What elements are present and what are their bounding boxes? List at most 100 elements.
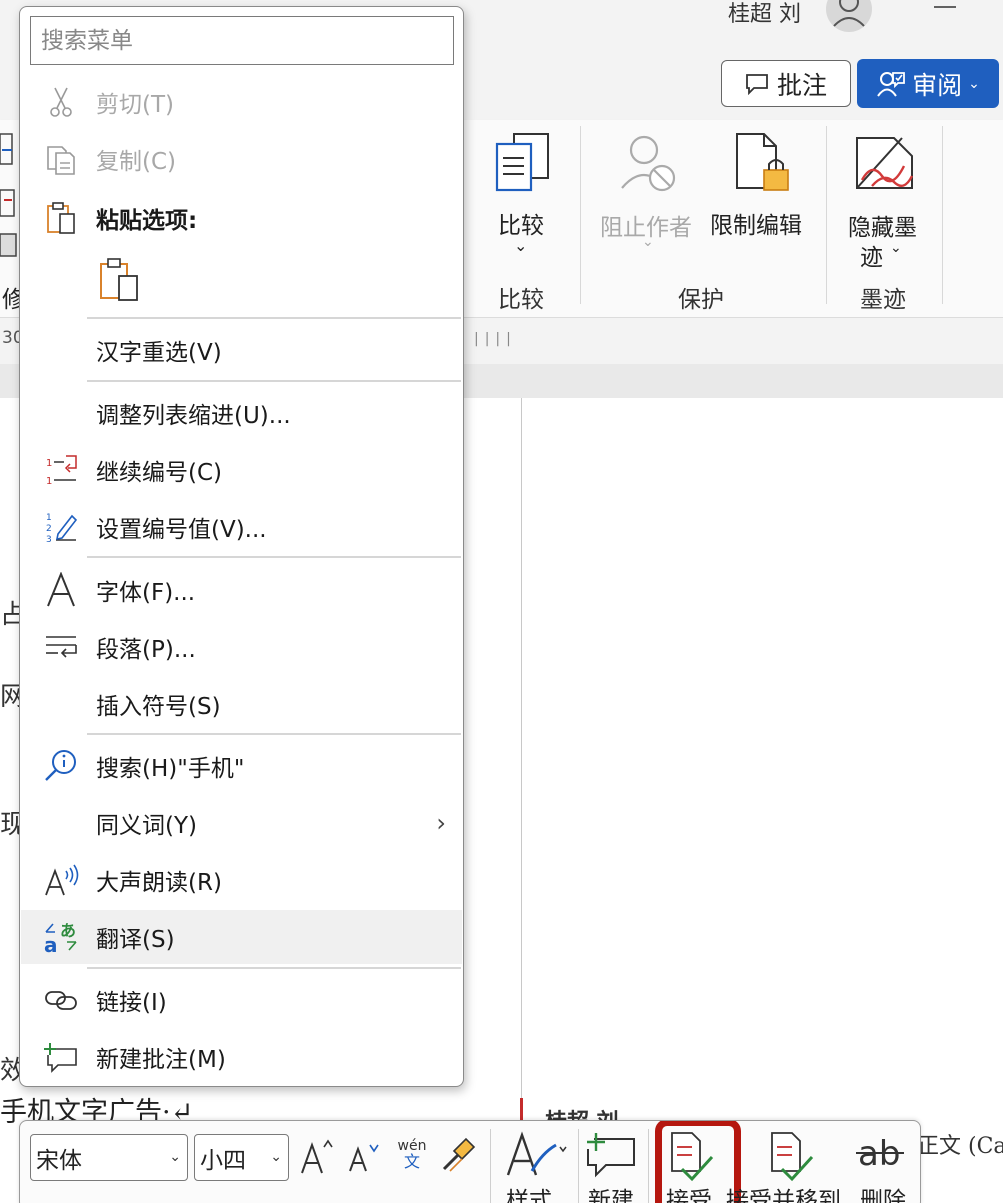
svg-text:1: 1 bbox=[46, 458, 52, 469]
new-comment-label: 新建 bbox=[588, 1188, 634, 1203]
menu-separator bbox=[87, 733, 461, 735]
svg-text:1: 1 bbox=[46, 476, 52, 486]
menu-separator bbox=[87, 967, 461, 969]
menu-item-paragraph[interactable]: 段落(P)... bbox=[21, 620, 462, 674]
menu-item-label: 复制(C) bbox=[96, 149, 177, 175]
menu-item-synonyms[interactable]: 同义词(Y) › bbox=[21, 796, 462, 850]
shrink-font-button[interactable] bbox=[348, 1137, 382, 1181]
ribbon-separator bbox=[942, 126, 943, 304]
menu-item-label: 设置编号值(V)... bbox=[96, 517, 267, 543]
block-authors-button[interactable]: 阻止作者 ⌄ bbox=[596, 128, 696, 268]
paste-keep-text-only-button[interactable] bbox=[92, 251, 146, 307]
font-size-value: 小四 bbox=[200, 1147, 246, 1174]
track-changes-icon bbox=[0, 133, 17, 257]
restrict-editing-icon bbox=[736, 133, 789, 191]
context-menu: 剪切(T) 复制(C) 粘贴选项: 汉字重选(V) 调整列表缩进(U)... 1… bbox=[19, 6, 464, 1087]
chevron-down-icon: ⌄ bbox=[514, 236, 528, 255]
chevron-down-icon: ⌄ bbox=[890, 240, 902, 256]
svg-text:3: 3 bbox=[46, 535, 52, 544]
styles-icon bbox=[506, 1131, 567, 1176]
menu-item-cut[interactable]: 剪切(T) bbox=[21, 75, 462, 129]
restrict-editing-label: 限制编辑 bbox=[710, 213, 802, 239]
menu-item-insert-symbol[interactable]: 插入符号(S) bbox=[21, 677, 462, 731]
translate-icon: aあ bbox=[41, 919, 81, 955]
phonetic-guide-bottom: 文 bbox=[403, 1151, 420, 1171]
grow-font-icon bbox=[301, 1139, 333, 1174]
font-name-select[interactable]: 宋体 ⌄ bbox=[30, 1134, 188, 1181]
menu-item-paste-options: 粘贴选项: bbox=[21, 191, 462, 245]
style-label: 正文 (Ca bbox=[917, 1134, 1003, 1159]
user-name[interactable]: 桂超 刘 bbox=[728, 0, 801, 28]
format-painter-button[interactable] bbox=[440, 1137, 480, 1177]
menu-item-label: 链接(I) bbox=[96, 990, 167, 1016]
toolbar-separator bbox=[578, 1129, 579, 1203]
scissors-icon bbox=[41, 84, 81, 120]
menu-item-translate[interactable]: aあ 翻译(S) bbox=[21, 910, 462, 964]
review-button[interactable]: 审阅 ⌄ bbox=[857, 59, 999, 108]
ribbon-separator bbox=[826, 126, 827, 304]
compare-button[interactable]: 比较 ⌄ bbox=[488, 128, 556, 268]
menu-item-link[interactable]: 链接(I) bbox=[21, 973, 462, 1027]
menu-item-adjust-list-indent[interactable]: 调整列表缩进(U)... bbox=[21, 386, 462, 440]
paste-text-only-icon bbox=[100, 258, 138, 301]
ribbon-separator bbox=[580, 126, 581, 304]
shrink-font-icon bbox=[349, 1144, 379, 1172]
paragraph-icon bbox=[41, 629, 81, 665]
comments-button[interactable]: 批注 bbox=[721, 60, 851, 107]
menu-item-label: 调整列表缩进(U)... bbox=[96, 403, 291, 429]
menu-item-label: 剪切(T) bbox=[96, 92, 174, 118]
group-label-compare: 比较 bbox=[498, 287, 544, 313]
menu-item-label: 段落(P)... bbox=[96, 637, 196, 663]
menu-item-label: 插入符号(S) bbox=[96, 694, 221, 720]
chevron-right-icon: › bbox=[436, 809, 446, 837]
chevron-down-icon: ⌄ bbox=[642, 234, 654, 250]
restrict-editing-button[interactable]: 限制编辑 bbox=[708, 128, 808, 268]
hide-ink-label-line2: 迹 bbox=[860, 245, 883, 271]
toolbar-separator bbox=[490, 1129, 491, 1203]
menu-item-label: 粘贴选项: bbox=[96, 208, 198, 234]
phonetic-guide-button[interactable]: wén 文 bbox=[392, 1139, 432, 1179]
avatar-icon[interactable] bbox=[826, 0, 872, 32]
menu-item-label: 汉字重选(V) bbox=[96, 340, 222, 366]
hide-ink-icon bbox=[856, 137, 914, 189]
svg-text:あ: あ bbox=[60, 921, 76, 940]
menu-separator bbox=[87, 556, 461, 558]
accept-and-move-icon bbox=[771, 1132, 814, 1182]
menu-item-continue-numbering[interactable]: 11 继续编号(C) bbox=[21, 443, 462, 497]
copy-icon bbox=[41, 141, 81, 177]
font-size-select[interactable]: 小四 ⌄ bbox=[194, 1134, 289, 1181]
compare-label: 比较 bbox=[498, 213, 544, 239]
comments-button-label: 批注 bbox=[776, 70, 827, 100]
ruler-ticks: |||| bbox=[474, 331, 517, 347]
delete-label: 删除 bbox=[860, 1188, 906, 1203]
format-painter-icon bbox=[442, 1137, 476, 1172]
svg-text:1: 1 bbox=[46, 513, 52, 523]
menu-separator bbox=[87, 380, 461, 382]
delete-icon: ab bbox=[856, 1134, 904, 1174]
svg-text:2: 2 bbox=[46, 524, 52, 534]
chevron-down-icon: ⌄ bbox=[169, 1149, 181, 1165]
menu-item-label: 大声朗读(R) bbox=[96, 870, 222, 896]
review-button-label: 审阅 bbox=[912, 70, 963, 100]
menu-item-font[interactable]: 字体(F)... bbox=[21, 563, 462, 617]
accept-and-move-label: 接受并移到 bbox=[726, 1188, 841, 1203]
grow-font-button[interactable] bbox=[300, 1135, 334, 1179]
menu-item-label: 字体(F)... bbox=[96, 580, 196, 606]
compare-icon bbox=[495, 133, 549, 192]
menu-item-set-numbering-value[interactable]: 123 设置编号值(V)... bbox=[21, 500, 462, 554]
menu-item-read-aloud[interactable]: 大声朗读(R) bbox=[21, 853, 462, 907]
menu-separator bbox=[87, 317, 461, 319]
mini-toolbar: 宋体 ⌄ 小四 ⌄ wén 文 样式 新建 接受 接受并移到 ab 删除 bbox=[19, 1120, 921, 1203]
menu-item-label: 搜索(H)"手机" bbox=[96, 756, 245, 782]
menu-item-han-reselect[interactable]: 汉字重选(V) bbox=[21, 323, 462, 377]
markup-pane-divider bbox=[521, 398, 522, 1203]
menu-item-search[interactable]: 搜索(H)"手机" bbox=[21, 739, 462, 793]
hide-ink-button[interactable]: 隐藏墨 迹 ⌄ bbox=[842, 128, 928, 271]
minimize-icon[interactable] bbox=[934, 0, 956, 14]
set-numbering-value-icon: 123 bbox=[41, 509, 81, 545]
paste-icon bbox=[41, 200, 81, 236]
menu-search-input[interactable] bbox=[30, 16, 454, 65]
block-authors-icon bbox=[621, 135, 676, 192]
menu-item-new-comment[interactable]: 新建批注(M) bbox=[21, 1030, 462, 1084]
menu-item-copy[interactable]: 复制(C) bbox=[21, 132, 462, 186]
